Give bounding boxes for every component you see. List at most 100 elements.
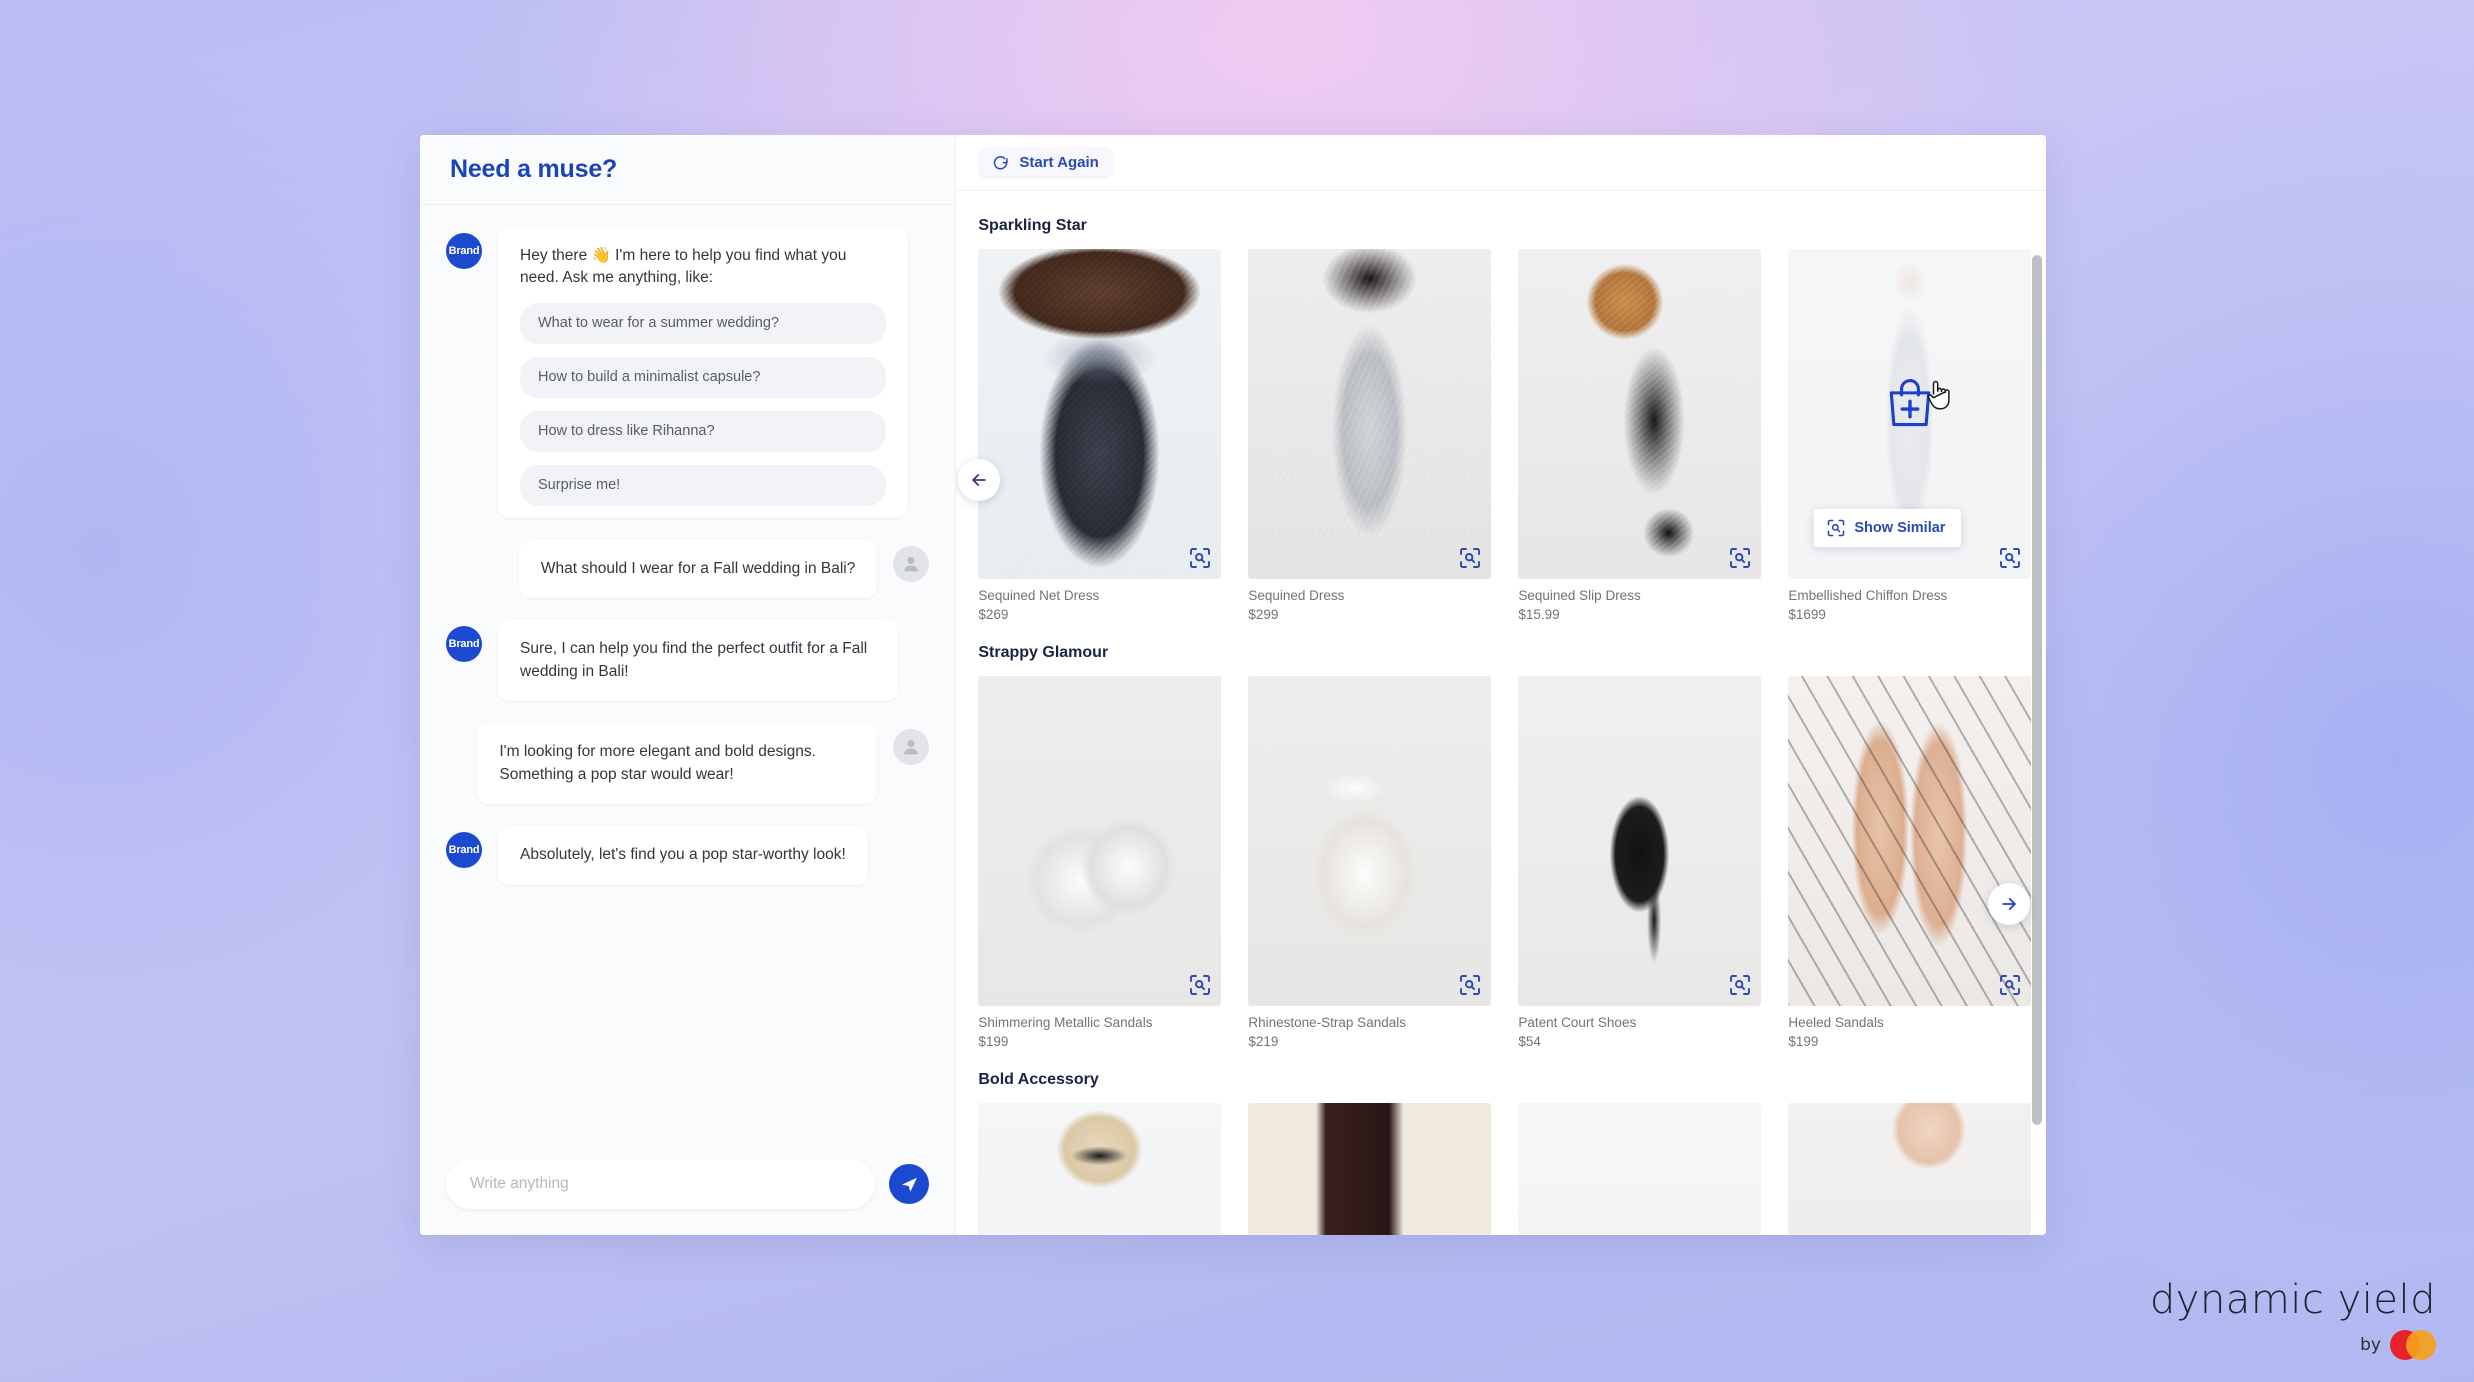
chat-title: Need a muse?: [450, 155, 618, 183]
person-icon: [904, 740, 919, 755]
results-scrollbar-track[interactable]: [2032, 247, 2042, 1233]
composer[interactable]: [446, 1159, 876, 1209]
person-icon: [904, 556, 919, 572]
product-card-hovered[interactable]: Embellished Chiffon Dress $1699: [1788, 249, 2032, 622]
suggestion-chip-3[interactable]: Surprise me!: [520, 464, 886, 506]
product-image[interactable]: [1248, 676, 1492, 1006]
by-label: by: [2360, 1335, 2381, 1355]
product-image[interactable]: [1788, 676, 2032, 1006]
product-price: $15.99: [1518, 607, 1560, 622]
chat-pane: Need a muse? Brand Hey there 👋 I'm here …: [420, 135, 957, 1235]
brand-avatar: Brand: [446, 626, 482, 663]
suggestion-chip-2[interactable]: How to dress like Rihanna?: [520, 410, 886, 452]
visual-search-icon: [1828, 519, 1845, 537]
visual-search-icon: [1460, 975, 1481, 995]
product-section-sparkling-star: Sparkling Star Sequined Net Dress $269 S…: [978, 217, 2032, 622]
show-similar-icon[interactable]: [1728, 546, 1752, 570]
product-name: Shimmering Metallic Sandals: [978, 1015, 1153, 1030]
section-title: Sparkling Star: [978, 217, 1087, 234]
visual-search-icon: [1190, 548, 1211, 568]
start-again-button[interactable]: Start Again: [978, 146, 1113, 179]
chat-composer-bar: [420, 1139, 956, 1235]
product-price: $219: [1248, 1034, 1279, 1049]
chat-messages-list: Brand Hey there 👋 I'm here to help you f…: [420, 205, 955, 1139]
product-name: Embellished Chiffon Dress: [1788, 588, 1948, 603]
bot-message-1: Sure, I can help you find the perfect ou…: [498, 620, 898, 702]
product-image[interactable]: [1518, 249, 1762, 579]
product-name: Patent Court Shoes: [1518, 1015, 1637, 1030]
dynamic-yield-wordmark: dynamic yield: [2149, 1277, 2436, 1323]
product-name: Sequined Net Dress: [978, 588, 1100, 603]
message-row-bot-intro: Brand Hey there 👋 I'm here to help you f…: [446, 227, 929, 518]
brand-avatar: Brand: [446, 832, 482, 869]
product-image[interactable]: [1518, 676, 1762, 1006]
show-similar-icon[interactable]: [1998, 973, 2022, 997]
show-similar-icon[interactable]: [1728, 973, 1752, 997]
product-image[interactable]: [1788, 1103, 2032, 1235]
show-similar-icon[interactable]: [1998, 546, 2022, 570]
product-name: Heeled Sandals: [1788, 1015, 1884, 1030]
product-image[interactable]: [1248, 1103, 1492, 1235]
bot-message-2: Absolutely, let's find you a pop star-wo…: [498, 826, 868, 885]
product-grid: Shimmering Metallic Sandals $199 Rhinest…: [978, 676, 2032, 1049]
carousel-next-button[interactable]: [1988, 883, 2030, 925]
arrow-left-icon: [972, 474, 987, 486]
show-similar-icon[interactable]: [1458, 973, 1482, 997]
dynamic-yield-logo: dynamic yield by: [2150, 1280, 2436, 1360]
message-row-user-2: I'm looking for more elegant and bold de…: [446, 723, 930, 805]
by-mastercard-row: by: [2150, 1330, 2436, 1360]
product-card[interactable]: [1788, 1103, 2032, 1235]
visual-search-icon: [1190, 975, 1211, 995]
product-section-bold-accessory: Bold Accessory: [978, 1071, 2032, 1235]
product-price: $54: [1518, 1034, 1541, 1049]
show-similar-icon[interactable]: [1188, 973, 1212, 997]
product-price: $1699: [1788, 607, 1826, 622]
bot-intro-text: Hey there 👋 I'm here to help you find wh…: [520, 247, 847, 287]
show-similar-icon[interactable]: [1188, 546, 1212, 570]
product-price: $199: [1788, 1034, 1819, 1049]
chat-header: Need a muse?: [420, 135, 956, 205]
product-card[interactable]: [1248, 1103, 1492, 1235]
show-similar-tooltip-label: Show Similar: [1854, 520, 1946, 536]
product-card[interactable]: Sequined Net Dress $269: [978, 249, 1222, 622]
muse-chat-widget: Need a muse? Brand Hey there 👋 I'm here …: [420, 135, 2046, 1235]
bot-intro-bubble: Hey there 👋 I'm here to help you find wh…: [498, 227, 908, 518]
product-price: $299: [1248, 607, 1279, 622]
product-card[interactable]: Rhinestone-Strap Sandals $219: [1248, 676, 1492, 1049]
results-scrollbar-thumb[interactable]: [2032, 255, 2042, 1125]
product-image[interactable]: [1248, 249, 1492, 579]
product-image[interactable]: [978, 1103, 1222, 1235]
visual-search-icon: [2000, 975, 2021, 995]
product-card[interactable]: Sequined Dress $299: [1248, 249, 1492, 622]
product-image[interactable]: [978, 249, 1222, 579]
product-image[interactable]: [1518, 1103, 1762, 1235]
product-card[interactable]: [978, 1103, 1222, 1235]
results-scroll-area[interactable]: Sparkling Star Sequined Net Dress $269 S…: [956, 191, 2046, 1235]
product-card[interactable]: Sequined Slip Dress $15.99: [1518, 249, 1762, 622]
product-grid: Sequined Net Dress $269 Sequined Dress $…: [978, 249, 2032, 622]
visual-search-icon: [2000, 548, 2021, 568]
message-row-user-1: What should I wear for a Fall wedding in…: [446, 540, 930, 599]
chat-input[interactable]: [470, 1175, 852, 1193]
suggestion-chip-0[interactable]: What to wear for a summer wedding?: [520, 302, 886, 344]
user-avatar: [893, 729, 930, 766]
section-title: Bold Accessory: [978, 1071, 1099, 1088]
product-grid: [978, 1103, 2032, 1235]
visual-search-icon: [1730, 548, 1751, 568]
send-button[interactable]: [889, 1164, 930, 1204]
section-title: Strappy Glamour: [978, 644, 1109, 661]
product-card[interactable]: [1518, 1103, 1762, 1235]
show-similar-icon[interactable]: [1458, 546, 1482, 570]
product-card[interactable]: Patent Court Shoes $54: [1518, 676, 1762, 1049]
show-similar-tooltip[interactable]: Show Similar: [1814, 509, 1962, 547]
user-avatar: [893, 546, 930, 582]
suggestion-chip-1[interactable]: How to build a minimalist capsule?: [520, 356, 886, 398]
product-section-strappy-glamour: Strappy Glamour Shimmering Metallic Sand…: [978, 644, 2032, 1049]
mastercard-logo-icon: [2390, 1330, 2436, 1360]
send-paper-plane-icon: [901, 1177, 917, 1192]
product-card[interactable]: Shimmering Metallic Sandals $199: [978, 676, 1222, 1049]
product-image[interactable]: [978, 676, 1222, 1006]
message-row-bot-1: Brand Sure, I can help you find the perf…: [446, 620, 929, 702]
product-card[interactable]: Heeled Sandals $199: [1788, 676, 2032, 1049]
visual-search-icon: [1460, 548, 1481, 568]
